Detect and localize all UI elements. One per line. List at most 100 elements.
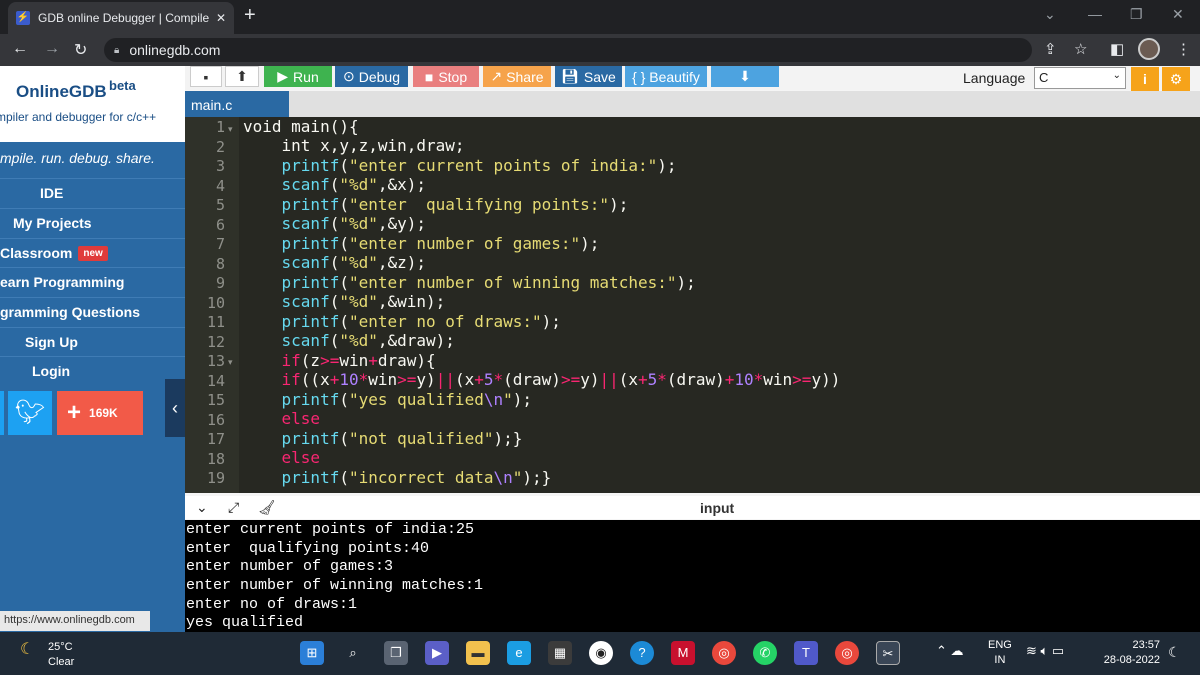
chrome-profile-icon[interactable]: ◎ (835, 641, 859, 665)
tab-main-c[interactable]: main.c (185, 91, 289, 117)
code-line: if(z>=win+draw){ (281, 351, 436, 370)
line-number: 18 (206, 449, 225, 468)
lang-bottom: IN (994, 654, 1006, 666)
upload-button[interactable]: ⬆ (225, 66, 259, 87)
edge-icon[interactable]: e (507, 641, 531, 665)
bookmark-star-icon[interactable]: ☆ (1074, 40, 1087, 58)
debug-label: Debug (358, 68, 400, 85)
sidebar-item-programming-questions[interactable]: gramming Questions (0, 297, 185, 326)
sidebar-item-label: gramming Questions (0, 304, 141, 320)
profile-avatar[interactable] (1138, 38, 1160, 60)
upload-icon: ⬆ (236, 68, 248, 84)
forward-icon[interactable]: → (44, 40, 60, 58)
download-button[interactable]: ⬇ (711, 66, 779, 87)
line-number: 7 (215, 235, 225, 253)
console-line: enter no of draws:1 (186, 596, 358, 613)
fold-icon[interactable]: ▾ (228, 357, 233, 368)
system-tray[interactable]: ⌃ ☁ (936, 643, 964, 659)
store-icon[interactable]: ▦ (548, 641, 572, 665)
browser-tab[interactable]: ⚡ GDB online Debugger | Compiler ✕ (8, 2, 234, 34)
app-circle-icon[interactable]: ◉ (589, 641, 613, 665)
language-select[interactable]: C ⌄ (1034, 67, 1126, 89)
mcafee-icon[interactable]: M (671, 641, 695, 665)
tab-search-icon[interactable]: ⌄ (1044, 6, 1056, 23)
clock[interactable]: 23:57 28-08-2022 (1098, 638, 1160, 668)
language-value: C (1039, 70, 1049, 85)
share-count: 169K (89, 406, 118, 420)
help-icon[interactable]: ? (630, 641, 654, 665)
line-number: 4 (215, 176, 225, 195)
snipping-tool-icon[interactable]: ✂ (876, 641, 900, 665)
info-icon: i (1143, 71, 1147, 87)
share-button[interactable]: ↗ Share (483, 66, 551, 87)
clear-console-icon[interactable]: 🧹︎ (258, 499, 276, 516)
chevron-down-icon[interactable]: ⌄ (196, 499, 208, 516)
minimize-icon[interactable]: — (1088, 6, 1102, 22)
lock-icon: 🔒︎ (114, 44, 120, 56)
run-button[interactable]: ▶ Run (264, 66, 332, 87)
tab-title: GDB online Debugger | Compiler (38, 11, 210, 25)
reload-icon[interactable]: ↻ (74, 40, 87, 60)
sidebar-item-label: My Projects (13, 215, 92, 231)
line-number: 14 (206, 371, 225, 390)
twitter-button[interactable]: 🐦︎ (8, 391, 52, 435)
file-explorer-icon[interactable]: ▬ (466, 641, 490, 665)
settings-button[interactable]: ⚙ (1162, 67, 1190, 91)
sidebar-item-label: Classroom (0, 245, 73, 261)
gear-icon: ⚙ (1169, 71, 1183, 87)
meet-icon[interactable]: ▶ (425, 641, 449, 665)
browser-menu-icon[interactable]: ⋮ (1176, 40, 1191, 58)
sidebar-item-login[interactable]: Login (0, 356, 185, 385)
window-close-icon[interactable]: ✕ (1172, 6, 1184, 23)
file-tab-strip (185, 91, 1200, 117)
task-view-icon[interactable]: ❐ (384, 641, 408, 665)
notification-icon[interactable]: ☾ (1168, 644, 1181, 661)
whatsapp-icon[interactable]: ✆ (753, 641, 777, 665)
side-panel-icon[interactable]: ◧ (1110, 40, 1124, 58)
language-label: Language (963, 70, 1026, 86)
stop-label: Stop (438, 68, 468, 85)
sidebar-item-sign-up[interactable]: Sign Up (0, 327, 185, 356)
sidebar-item-learn-programming[interactable]: earn Programming (0, 267, 185, 296)
input-tab[interactable]: input (700, 500, 734, 516)
addthis-share-button[interactable]: +169K (57, 391, 143, 435)
network-volume-battery-icons[interactable]: ≋ 🔈︎ ▭ (1026, 643, 1064, 659)
tab-close-icon[interactable]: ✕ (216, 11, 226, 25)
stop-button[interactable]: ■ Stop (413, 66, 479, 87)
code-line: void main(){ (243, 117, 359, 136)
restore-icon[interactable]: ❐ (1130, 6, 1143, 23)
start-icon[interactable]: ⊞ (300, 641, 324, 665)
sidebar-item-classroom[interactable]: Classroom new (0, 238, 185, 267)
url-field[interactable]: 🔒︎ onlinegdb.com (104, 38, 1032, 62)
gdb-favicon-icon: ⚡ (16, 11, 30, 25)
beautify-label: { } Beautify (632, 68, 700, 85)
save-label: Save (583, 68, 616, 85)
beautify-button[interactable]: { } Beautify (625, 66, 707, 87)
chrome-icon[interactable]: ◎ (712, 641, 736, 665)
sidebar-item-my-projects[interactable]: My Projects (0, 208, 185, 237)
teams-icon[interactable]: T (794, 641, 818, 665)
search-icon[interactable]: ⌕ (341, 641, 365, 665)
console-line: enter current points of india:25 (186, 521, 475, 538)
play-icon: ▶ (277, 68, 289, 84)
sidebar-item-label: IDE (40, 185, 64, 201)
run-label: Run (293, 68, 319, 85)
back-icon[interactable]: ← (12, 40, 28, 58)
file-icon: ▪ (203, 68, 209, 85)
input-language[interactable]: ENG IN (988, 638, 1012, 668)
share-page-icon[interactable]: ⇪ (1044, 40, 1057, 58)
expand-icon[interactable]: ⤢ (228, 499, 239, 516)
line-number: 11 (206, 313, 225, 331)
sidebar-item-label: Login (32, 363, 71, 379)
collapse-sidebar-button[interactable]: ‹ (165, 379, 185, 437)
save-button[interactable]: 💾︎ Save (555, 66, 622, 87)
debug-button[interactable]: ⊙ Debug (335, 66, 408, 87)
new-tab-button[interactable]: + (244, 4, 256, 27)
sidebar-item-ide[interactable]: IDE (0, 178, 185, 207)
info-button[interactable]: i (1131, 67, 1159, 91)
temperature: 25°C (48, 641, 73, 653)
new-file-button[interactable]: ▪ (190, 66, 222, 87)
fold-icon[interactable]: ▾ (228, 124, 233, 135)
line-number: 5 (215, 196, 225, 214)
new-badge: new (78, 245, 108, 261)
